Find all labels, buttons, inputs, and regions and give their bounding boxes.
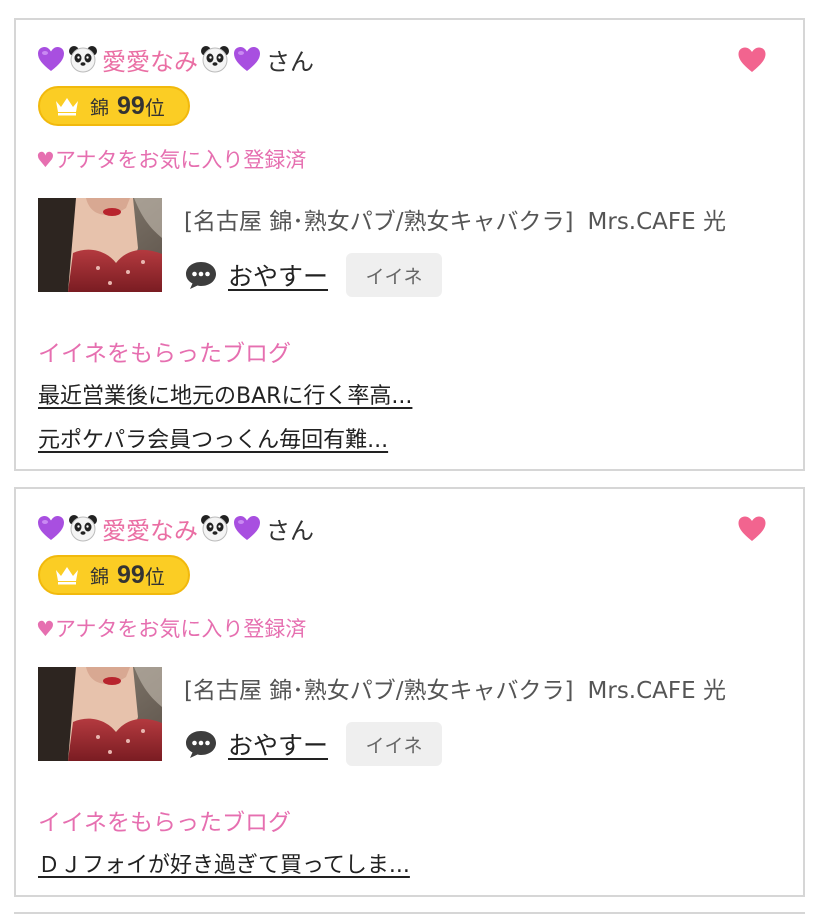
blog-heading: イイネをもらったブログ — [38, 341, 291, 367]
comment-row: おやすー イイネ — [184, 721, 443, 767]
shop-category: [名古屋 錦･熟女パブ/熟女キャバクラ] — [184, 209, 574, 235]
purple-heart-icon — [36, 513, 66, 543]
blog-heading: イイネをもらったブログ — [38, 810, 291, 836]
user-name: 愛愛なみ — [102, 47, 198, 76]
crown-icon — [56, 567, 78, 585]
panda-icon — [68, 44, 98, 74]
user-name: 愛愛なみ — [102, 516, 198, 545]
panda-icon — [200, 44, 230, 74]
purple-heart-icon — [36, 44, 66, 74]
shop-info[interactable]: [名古屋 錦･熟女パブ/熟女キャバクラ] Mrs.CAFE 光 — [184, 202, 726, 236]
profile-photo[interactable] — [38, 198, 162, 292]
notification-card: 愛愛なみ さん 錦 99 位 ♥アナタをお気に入り登録済 [名古屋 錦･熟女パブ… — [14, 18, 805, 471]
next-card-edge — [14, 912, 805, 914]
rank-suffix: 位 — [144, 564, 165, 589]
comment-link[interactable]: おやすー — [228, 257, 328, 293]
iine-button[interactable]: イイネ — [346, 253, 443, 297]
panda-icon — [68, 513, 98, 543]
shop-info[interactable]: [名古屋 錦･熟女パブ/熟女キャバクラ] Mrs.CAFE 光 — [184, 671, 726, 705]
comment-link[interactable]: おやすー — [228, 726, 328, 762]
shop-name: Mrs.CAFE 光 — [587, 678, 726, 704]
blog-link[interactable]: 元ポケパラ会員つっくん毎回有難... — [38, 422, 388, 454]
rank-number: 99 — [117, 560, 145, 589]
panda-icon — [200, 513, 230, 543]
rank-suffix: 位 — [144, 95, 165, 120]
honorific: さん — [266, 47, 314, 76]
rank-number: 99 — [117, 91, 145, 120]
blog-link[interactable]: 最近営業後に地元のBARに行く率高... — [38, 378, 412, 410]
chat-bubble-icon — [186, 731, 216, 758]
iine-button[interactable]: イイネ — [346, 722, 443, 766]
shop-name: Mrs.CAFE 光 — [587, 209, 726, 235]
favorite-heart-icon[interactable] — [737, 46, 767, 74]
blog-link[interactable]: ＤＪフォイが好き過ぎて買ってしま... — [38, 847, 410, 879]
rank-badge: 錦 99 位 — [38, 86, 190, 126]
favorite-heart-icon[interactable] — [737, 515, 767, 543]
purple-heart-icon — [232, 513, 262, 543]
rank-area: 錦 — [90, 96, 110, 119]
crown-icon — [56, 98, 78, 116]
rank-badge: 錦 99 位 — [38, 555, 190, 595]
user-name-row[interactable]: 愛愛なみ さん — [36, 42, 314, 76]
chat-bubble-icon — [186, 262, 216, 289]
profile-photo[interactable] — [38, 667, 162, 761]
purple-heart-icon — [232, 44, 262, 74]
favorite-status: ♥アナタをお気に入り登録済 — [36, 617, 307, 641]
favorite-status: ♥アナタをお気に入り登録済 — [36, 148, 307, 172]
notification-card: 愛愛なみ さん 錦 99 位 ♥アナタをお気に入り登録済 [名古屋 錦･熟女パブ… — [14, 487, 805, 897]
honorific: さん — [266, 516, 314, 545]
comment-row: おやすー イイネ — [184, 252, 443, 298]
shop-category: [名古屋 錦･熟女パブ/熟女キャバクラ] — [184, 678, 574, 704]
user-name-row[interactable]: 愛愛なみ さん — [36, 511, 314, 545]
rank-area: 錦 — [90, 565, 110, 588]
